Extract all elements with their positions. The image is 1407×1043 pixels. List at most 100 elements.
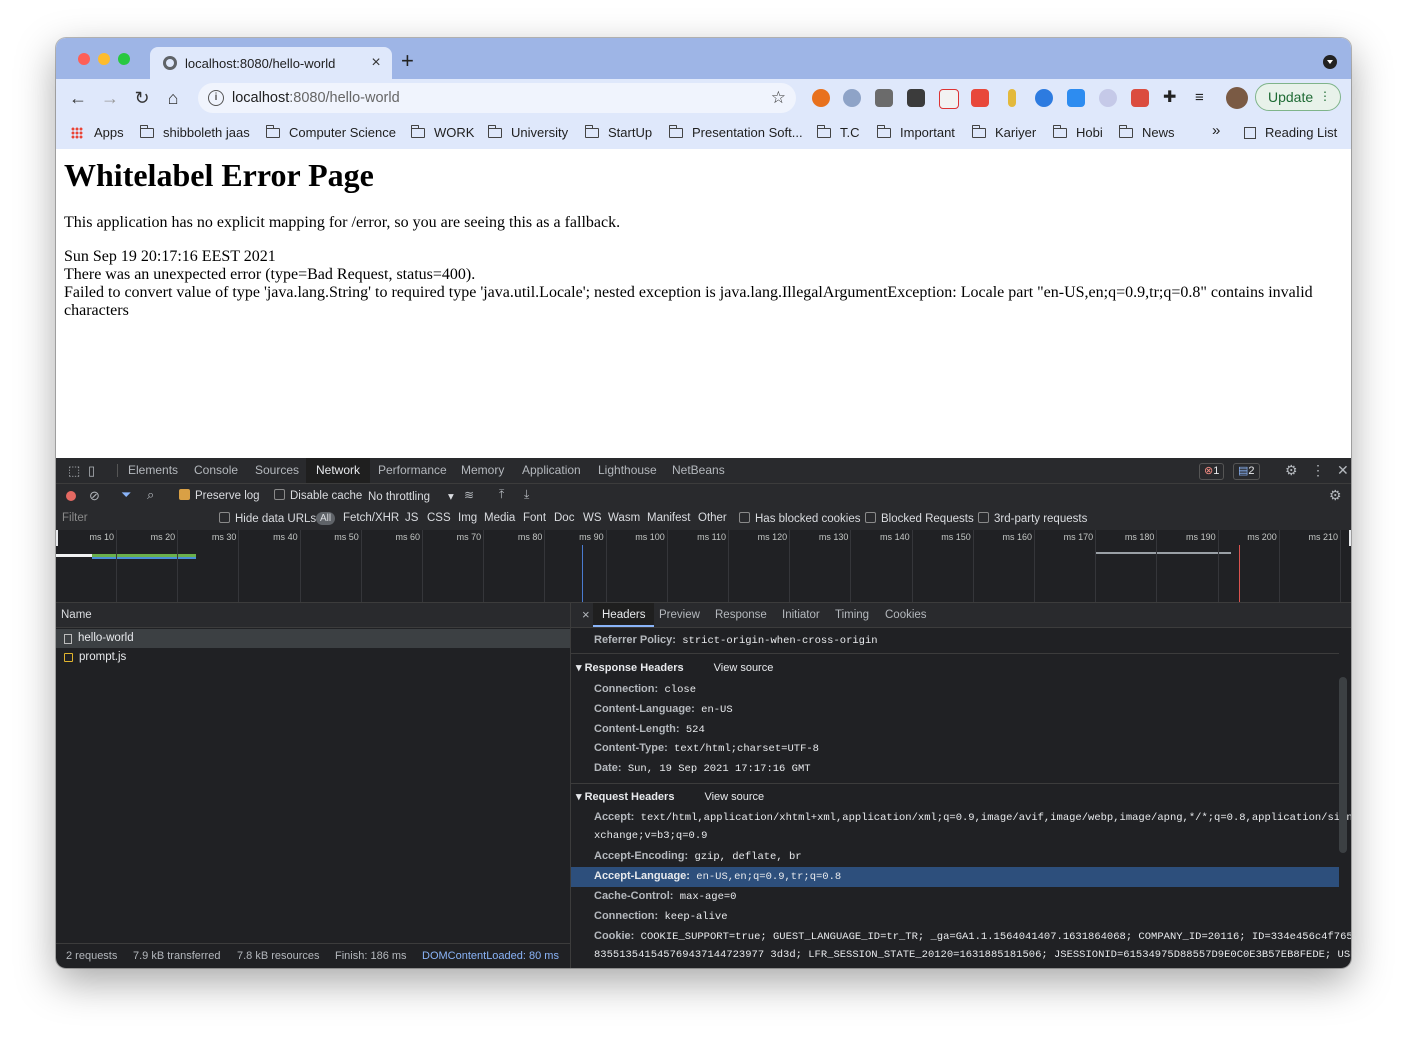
- extension-icon[interactable]: [939, 89, 959, 109]
- address-bar[interactable]: i localhost:8080/hello-world ☆: [198, 83, 796, 113]
- third-party-checkbox[interactable]: 3rd-party requests: [978, 512, 1087, 525]
- extension-icon[interactable]: [1099, 89, 1117, 107]
- bookmark-folder[interactable]: Important: [876, 124, 955, 140]
- minimize-window-button[interactable]: [98, 53, 110, 65]
- maximize-window-button[interactable]: [118, 53, 130, 65]
- bookmark-folder[interactable]: Computer Science: [265, 124, 396, 140]
- bookmark-folder[interactable]: T.C: [816, 124, 860, 140]
- bookmark-folder[interactable]: News: [1118, 124, 1175, 140]
- extension-icon[interactable]: [812, 89, 830, 107]
- extension-icon[interactable]: [843, 89, 861, 107]
- filter-media[interactable]: Media: [484, 512, 515, 524]
- filter-wasm[interactable]: Wasm: [608, 512, 640, 524]
- blocked-requests-checkbox[interactable]: Blocked Requests: [865, 512, 974, 525]
- error-count-badge[interactable]: ⊗1: [1199, 463, 1225, 480]
- tab-timing[interactable]: Timing: [826, 603, 878, 627]
- tab-console[interactable]: Console: [184, 458, 248, 483]
- tab-sources[interactable]: Sources: [245, 458, 309, 483]
- close-window-button[interactable]: [78, 53, 90, 65]
- reload-icon[interactable]: ↻: [131, 87, 153, 109]
- filter-js[interactable]: JS: [405, 512, 418, 524]
- tab-application[interactable]: Application: [512, 458, 591, 483]
- todoist-extension-icon[interactable]: [1131, 89, 1149, 107]
- bookmark-folder[interactable]: shibboleth jaas: [139, 124, 250, 140]
- new-tab-button[interactable]: +: [401, 49, 414, 73]
- tab-lighthouse[interactable]: Lighthouse: [588, 458, 667, 483]
- device-toolbar-icon[interactable]: ▯: [82, 458, 101, 483]
- details-scrollbar[interactable]: [1339, 677, 1347, 853]
- profile-avatar[interactable]: [1226, 87, 1248, 109]
- update-button[interactable]: Update ⋮: [1255, 83, 1341, 111]
- back-icon[interactable]: ←: [67, 87, 89, 109]
- bookmark-star-icon[interactable]: ☆: [771, 88, 786, 108]
- bookmark-folder[interactable]: Presentation Soft...: [668, 124, 803, 140]
- export-har-icon[interactable]: ⤓: [524, 487, 529, 502]
- view-source-link[interactable]: View source: [714, 662, 774, 674]
- media-queue-icon[interactable]: ≡: [1195, 89, 1213, 107]
- hide-data-urls-checkbox[interactable]: Hide data URLs: [219, 512, 316, 525]
- view-source-link[interactable]: View source: [704, 791, 764, 803]
- selenium-extension-icon[interactable]: [907, 89, 925, 107]
- search-icon[interactable]: ⌕: [147, 487, 154, 503]
- has-blocked-cookies-checkbox[interactable]: Has blocked cookies: [739, 512, 860, 525]
- tab-response[interactable]: Response: [706, 603, 776, 627]
- tab-headers[interactable]: Headers: [593, 603, 655, 627]
- bookmark-folder[interactable]: University: [487, 124, 568, 140]
- bookmark-folder[interactable]: StartUp: [584, 124, 652, 140]
- tab-preview[interactable]: Preview: [650, 603, 709, 627]
- disable-cache-checkbox[interactable]: Disable cache: [274, 489, 362, 502]
- close-devtools-icon[interactable]: ✕: [1327, 458, 1351, 483]
- network-overview-timeline[interactable]: 10 ms 20 ms 30 ms 40 ms 50 ms 60 ms 70 ms 80 ms…: [56, 530, 1351, 603]
- reading-list-button[interactable]: Reading List: [1244, 125, 1337, 140]
- filter-doc[interactable]: Doc: [554, 512, 574, 524]
- throttling-select[interactable]: No throttling ▾: [368, 489, 454, 503]
- filter-img[interactable]: Img: [458, 512, 477, 524]
- filter-other[interactable]: Other: [698, 512, 727, 524]
- tab-network[interactable]: Network: [306, 458, 371, 483]
- tab-search-icon[interactable]: [1323, 55, 1337, 69]
- record-icon[interactable]: [66, 491, 76, 501]
- filter-font[interactable]: Font: [523, 512, 546, 524]
- bookmark-folder[interactable]: Hobi: [1052, 124, 1103, 140]
- request-headers-section[interactable]: ▾ Request Headers View source: [576, 790, 764, 803]
- filter-input[interactable]: Filter: [62, 512, 88, 524]
- extension-icon[interactable]: [1035, 89, 1053, 107]
- extension-icon[interactable]: [1008, 89, 1016, 107]
- home-icon[interactable]: ⌂: [162, 87, 184, 109]
- tab-cookies[interactable]: Cookies: [876, 603, 936, 627]
- browser-tab[interactable]: localhost:8080/hello-world ×: [150, 47, 392, 79]
- import-har-icon[interactable]: ⤒: [499, 487, 504, 502]
- filter-ws[interactable]: WS: [583, 512, 602, 524]
- bookmarks-overflow-icon[interactable]: »: [1212, 122, 1220, 139]
- tab-elements[interactable]: Elements: [118, 458, 188, 483]
- name-column-header[interactable]: Name: [56, 603, 570, 628]
- message-count-badge[interactable]: ▤2: [1233, 463, 1260, 480]
- tab-memory[interactable]: Memory: [451, 458, 514, 483]
- range-handle-left[interactable]: [56, 530, 58, 546]
- site-info-icon[interactable]: i: [208, 90, 224, 106]
- clear-icon[interactable]: ⊘: [89, 488, 100, 504]
- filter-icon[interactable]: ⏷: [121, 487, 131, 503]
- request-row[interactable]: prompt.js: [56, 648, 570, 667]
- forward-icon[interactable]: →: [99, 87, 121, 109]
- preserve-log-checkbox[interactable]: Preserve log: [179, 489, 260, 502]
- filter-css[interactable]: CSS: [427, 512, 451, 524]
- filter-manifest[interactable]: Manifest: [647, 512, 690, 524]
- network-conditions-icon[interactable]: ≋: [464, 488, 474, 502]
- network-settings-icon[interactable]: ⚙: [1329, 487, 1342, 504]
- bookmark-apps[interactable]: Apps: [71, 125, 124, 140]
- request-row[interactable]: hello-world: [56, 629, 570, 648]
- tab-netbeans[interactable]: NetBeans: [662, 458, 735, 483]
- filter-fetch-xhr[interactable]: Fetch/XHR: [343, 512, 399, 524]
- bookmark-folder[interactable]: Kariyer: [971, 124, 1036, 140]
- tab-performance[interactable]: Performance: [368, 458, 457, 483]
- tab-initiator[interactable]: Initiator: [773, 603, 829, 627]
- filter-all[interactable]: All: [316, 512, 336, 525]
- range-handle-right[interactable]: [1349, 530, 1351, 546]
- extensions-puzzle-icon[interactable]: ✚: [1163, 89, 1181, 107]
- extension-icon[interactable]: [971, 89, 989, 107]
- zoom-extension-icon[interactable]: [1067, 89, 1085, 107]
- response-headers-section[interactable]: ▾ Response Headers View source: [576, 661, 773, 674]
- close-tab-icon[interactable]: ×: [366, 54, 386, 72]
- bookmark-folder[interactable]: WORK: [410, 124, 474, 140]
